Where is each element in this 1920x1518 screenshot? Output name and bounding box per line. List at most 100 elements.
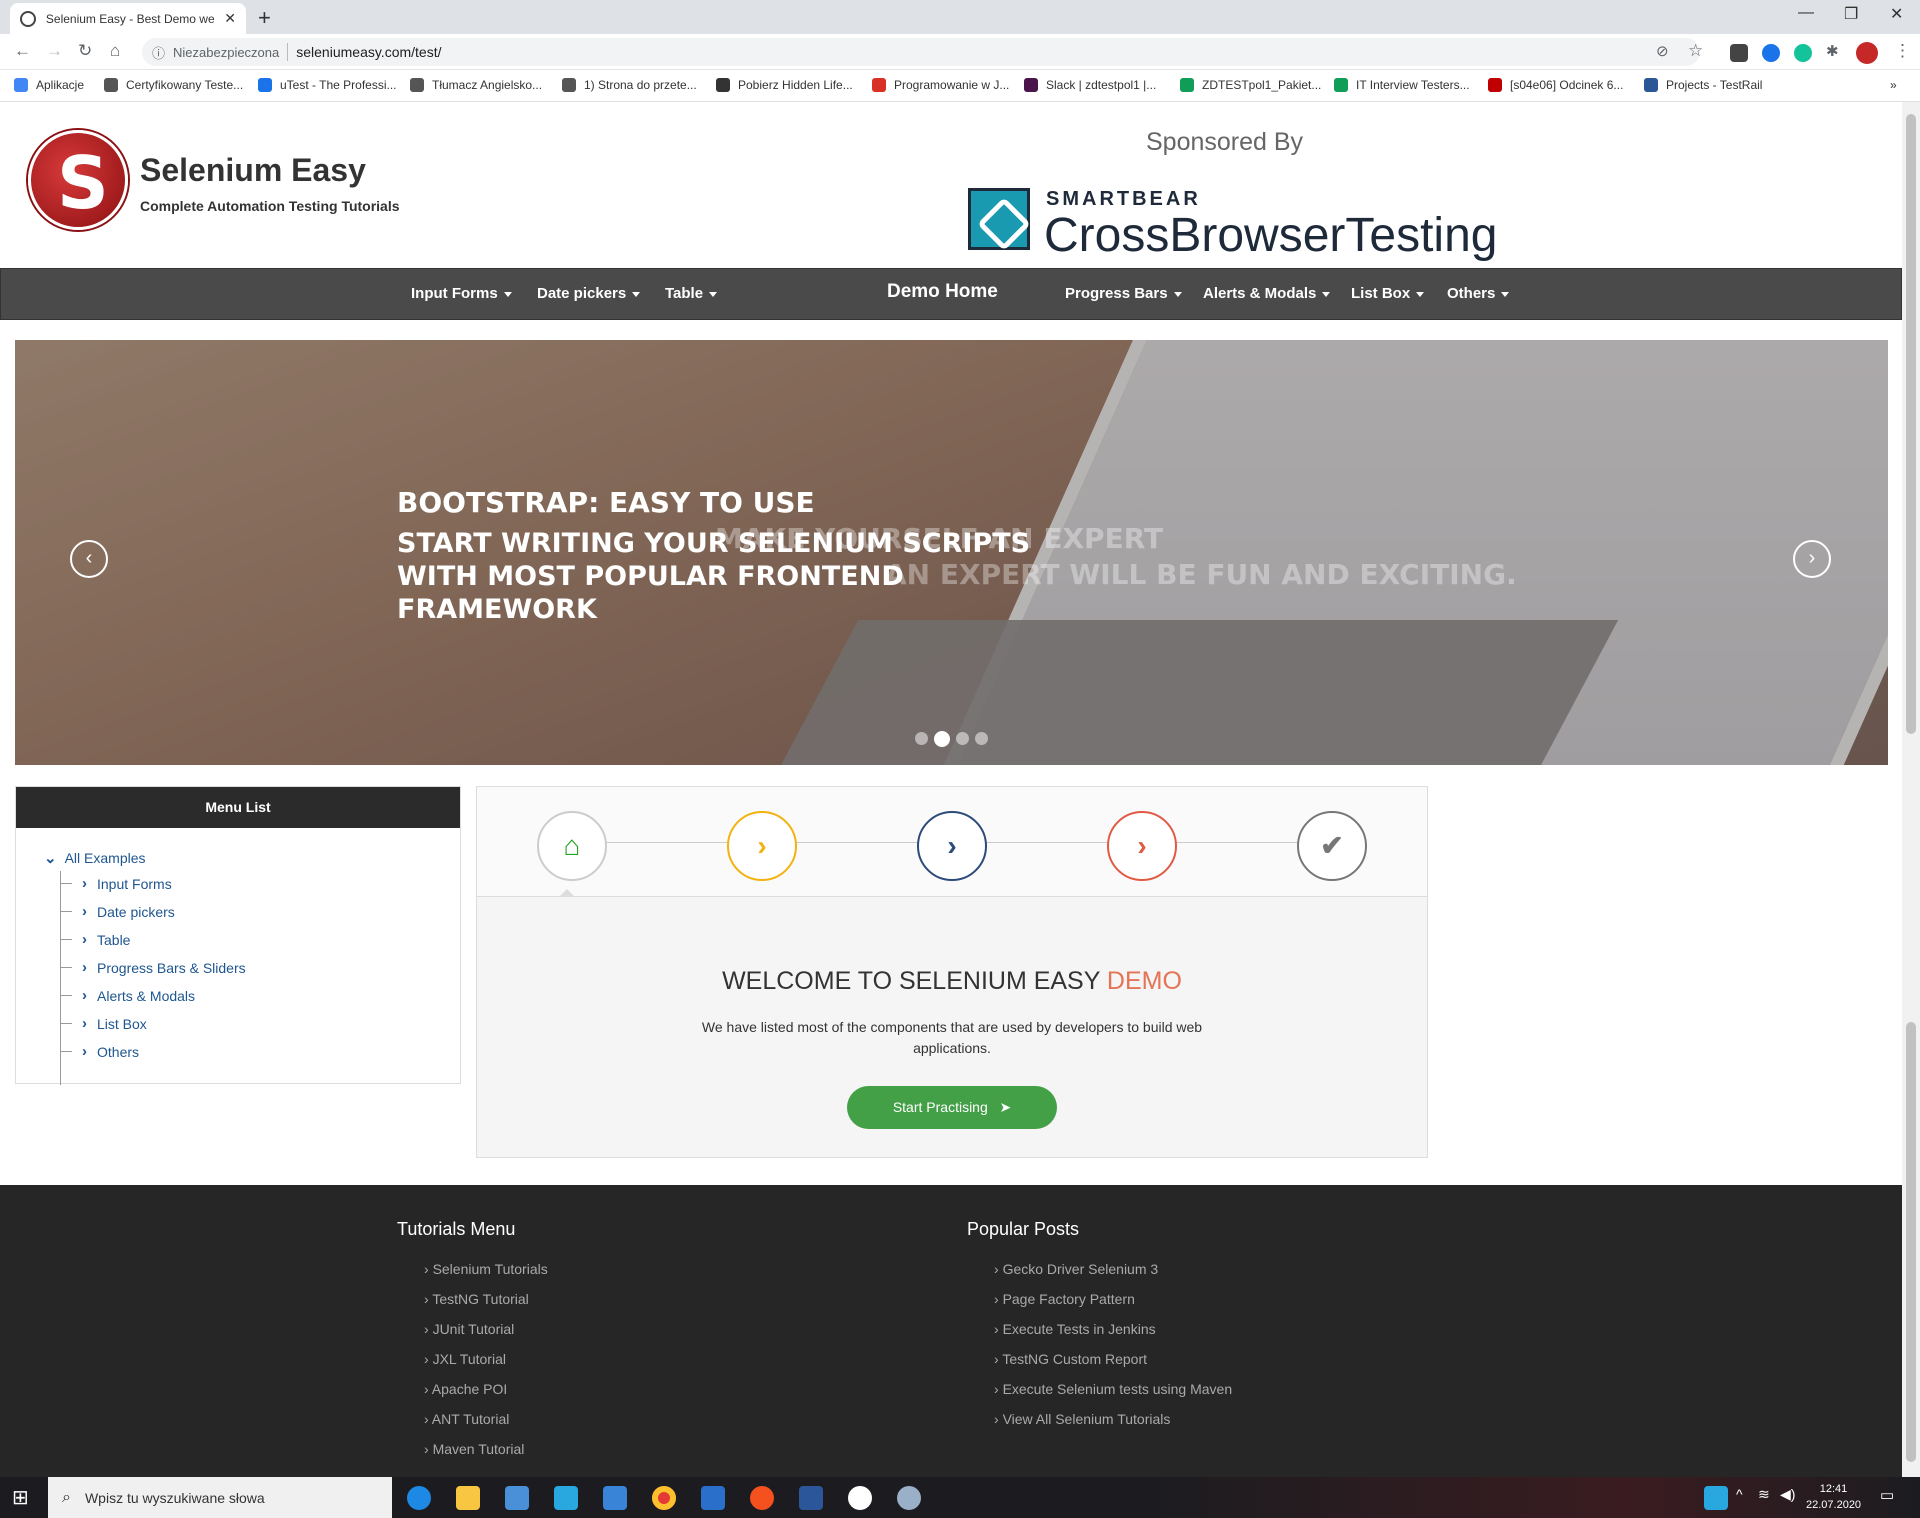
bookmark-zdtestpol1[interactable]: ZDTESTpol1_Pakiet... [1180, 78, 1321, 92]
extensions-puzzle-icon[interactable]: ✱ [1826, 42, 1839, 60]
tree-item[interactable]: › Others [60, 1043, 139, 1060]
page-scrollbar[interactable] [1902, 102, 1920, 1477]
bookmark-slack[interactable]: Slack | zdtestpol1 |... [1024, 78, 1156, 92]
wizard-step[interactable]: › [1107, 811, 1177, 881]
tree-item[interactable]: › Date pickers [60, 903, 175, 920]
bookmark-it-interview[interactable]: IT Interview Testers... [1334, 78, 1470, 92]
word-icon[interactable] [799, 1486, 823, 1510]
url-text[interactable]: seleniumeasy.com/test/ [296, 44, 441, 60]
tray-app-icon[interactable] [1704, 1486, 1728, 1510]
wizard-step[interactable]: › [727, 811, 797, 881]
brand-title[interactable]: Selenium Easy [140, 152, 366, 189]
footer-popular-post-link[interactable]: › View All Selenium Tutorials [994, 1411, 1170, 1427]
nav-demo-home[interactable]: Demo Home [887, 281, 998, 303]
footer-tutorial-link[interactable]: › Maven Tutorial [424, 1441, 524, 1457]
carousel-next-icon[interactable]: › [1793, 540, 1831, 578]
bookmark-apps[interactable]: Aplikacje [14, 78, 84, 92]
footer-popular-post-link[interactable]: › Page Factory Pattern [994, 1291, 1135, 1307]
tray-chevron-up-icon[interactable]: ^ [1736, 1486, 1760, 1510]
address-bar[interactable]: ⓘ Niezabezpieczona seleniumeasy.com/test… [142, 38, 1700, 66]
bookmark-odcinek[interactable]: [s04e06] Odcinek 6... [1488, 78, 1623, 92]
bookmark-star-icon[interactable]: ☆ [1688, 41, 1703, 61]
nav-date-pickers[interactable]: Date pickers [537, 285, 641, 302]
back-icon[interactable]: ← [14, 41, 31, 61]
close-window-icon[interactable]: ✕ [1890, 4, 1903, 24]
nav-alerts-modals[interactable]: Alerts & Modals [1203, 285, 1331, 302]
home-icon[interactable]: ⌂ [110, 41, 120, 61]
selenium-ide-extension-icon[interactable] [1730, 44, 1748, 62]
carousel-prev-icon[interactable]: ‹ [70, 540, 108, 578]
wizard-step[interactable]: ✔ [1297, 811, 1367, 881]
browser-tab[interactable]: Selenium Easy - Best Demo webs ✕ [10, 3, 246, 34]
taskbar-search-input[interactable]: ⌕ Wpisz tu wyszukiwane słowa [48, 1477, 392, 1518]
tree-root-all-examples[interactable]: ⌄ All Examples [44, 849, 146, 867]
bookmark-tlumacz[interactable]: Tłumacz Angielsko... [410, 78, 542, 92]
nav-table[interactable]: Table [665, 285, 718, 302]
bookmark-testrail[interactable]: Projects - TestRail [1644, 78, 1762, 92]
new-tab-button[interactable]: + [258, 5, 271, 31]
carousel-dot[interactable] [934, 731, 950, 747]
start-practising-button[interactable]: Start Practising ➤ [847, 1086, 1057, 1129]
selenium-easy-logo[interactable]: S [28, 130, 128, 230]
wizard-step[interactable]: ⌂ [537, 811, 607, 881]
nav-list-box[interactable]: List Box [1351, 285, 1425, 302]
tree-item[interactable]: › Alerts & Modals [60, 987, 195, 1004]
restore-icon[interactable]: ❐ [1844, 4, 1858, 24]
minimize-icon[interactable]: — [1798, 4, 1814, 22]
tree-item[interactable]: › Table [60, 931, 130, 948]
bookmark-strona-do-przete[interactable]: 1) Strona do przete... [562, 78, 697, 92]
footer-popular-post-link[interactable]: › Execute Tests in Jenkins [994, 1321, 1156, 1337]
footer-tutorial-link[interactable]: › JXL Tutorial [424, 1351, 506, 1367]
footer-tutorial-link[interactable]: › TestNG Tutorial [424, 1291, 529, 1307]
app-l-icon[interactable] [554, 1486, 578, 1510]
edge-icon[interactable] [407, 1486, 431, 1510]
footer-tutorial-link[interactable]: › Apache POI [424, 1381, 507, 1397]
tree-item[interactable]: › List Box [60, 1015, 147, 1032]
forward-icon[interactable]: → [46, 41, 63, 61]
crossbrowsertesting-logo-icon[interactable] [968, 188, 1030, 250]
reload-icon[interactable]: ↻ [78, 41, 92, 61]
mail-icon[interactable] [603, 1486, 627, 1510]
nav-progress-bars[interactable]: Progress Bars [1065, 285, 1182, 302]
info-icon[interactable]: ⓘ [152, 43, 165, 62]
paint-icon[interactable] [897, 1486, 921, 1510]
footer-tutorial-link[interactable]: › Selenium Tutorials [424, 1261, 548, 1277]
more-bookmarks-icon[interactable]: » [1890, 78, 1897, 92]
postman-icon[interactable] [750, 1486, 774, 1510]
carousel-dot[interactable] [975, 732, 988, 745]
grammarly-extension-icon[interactable] [1794, 44, 1812, 62]
bookmark-certyfikowany[interactable]: Certyfikowany Teste... [104, 78, 243, 92]
nav-input-forms[interactable]: Input Forms [411, 285, 512, 302]
menu-dots-icon[interactable]: ⋮ [1894, 41, 1911, 61]
windows-start-icon[interactable]: ⊞ [12, 1485, 36, 1509]
footer-popular-post-link[interactable]: › Gecko Driver Selenium 3 [994, 1261, 1158, 1277]
sponsor-name[interactable]: CrossBrowserTesting [1044, 208, 1497, 263]
carousel-dot[interactable] [956, 732, 969, 745]
slack-icon[interactable] [848, 1486, 872, 1510]
notification-center-icon[interactable]: ▭ [1880, 1486, 1904, 1510]
taskbar-clock[interactable]: 12:41 22.07.2020 [1806, 1481, 1861, 1513]
profile-avatar[interactable] [1856, 42, 1878, 64]
tracking-blocked-icon[interactable]: ⊘ [1656, 42, 1669, 60]
app-icon[interactable] [701, 1486, 725, 1510]
scrollbar-thumb[interactable] [1906, 114, 1916, 734]
footer-tutorial-link[interactable]: › ANT Tutorial [424, 1411, 509, 1427]
volume-icon[interactable]: ◀) [1780, 1486, 1804, 1510]
bookmark-utest[interactable]: uTest - The Professi... [258, 78, 397, 92]
footer-popular-post-link[interactable]: › Execute Selenium tests using Maven [994, 1381, 1232, 1397]
bookmark-hidden-life[interactable]: Pobierz Hidden Life... [716, 78, 853, 92]
carousel-dot[interactable] [915, 732, 928, 745]
close-tab-icon[interactable]: ✕ [224, 10, 236, 27]
extension-icon[interactable] [1762, 44, 1780, 62]
tree-item[interactable]: › Input Forms [60, 875, 172, 892]
wizard-step[interactable]: › [917, 811, 987, 881]
footer-tutorial-link[interactable]: › JUnit Tutorial [424, 1321, 514, 1337]
store-icon[interactable] [505, 1486, 529, 1510]
chrome-icon[interactable] [652, 1486, 676, 1510]
footer-popular-post-link[interactable]: › TestNG Custom Report [994, 1351, 1147, 1367]
wifi-icon[interactable]: ≋ [1758, 1486, 1782, 1510]
nav-others[interactable]: Others [1447, 285, 1510, 302]
tree-item[interactable]: › Progress Bars & Sliders [60, 959, 246, 976]
bookmark-programowanie[interactable]: Programowanie w J... [872, 78, 1009, 92]
file-explorer-icon[interactable] [456, 1486, 480, 1510]
